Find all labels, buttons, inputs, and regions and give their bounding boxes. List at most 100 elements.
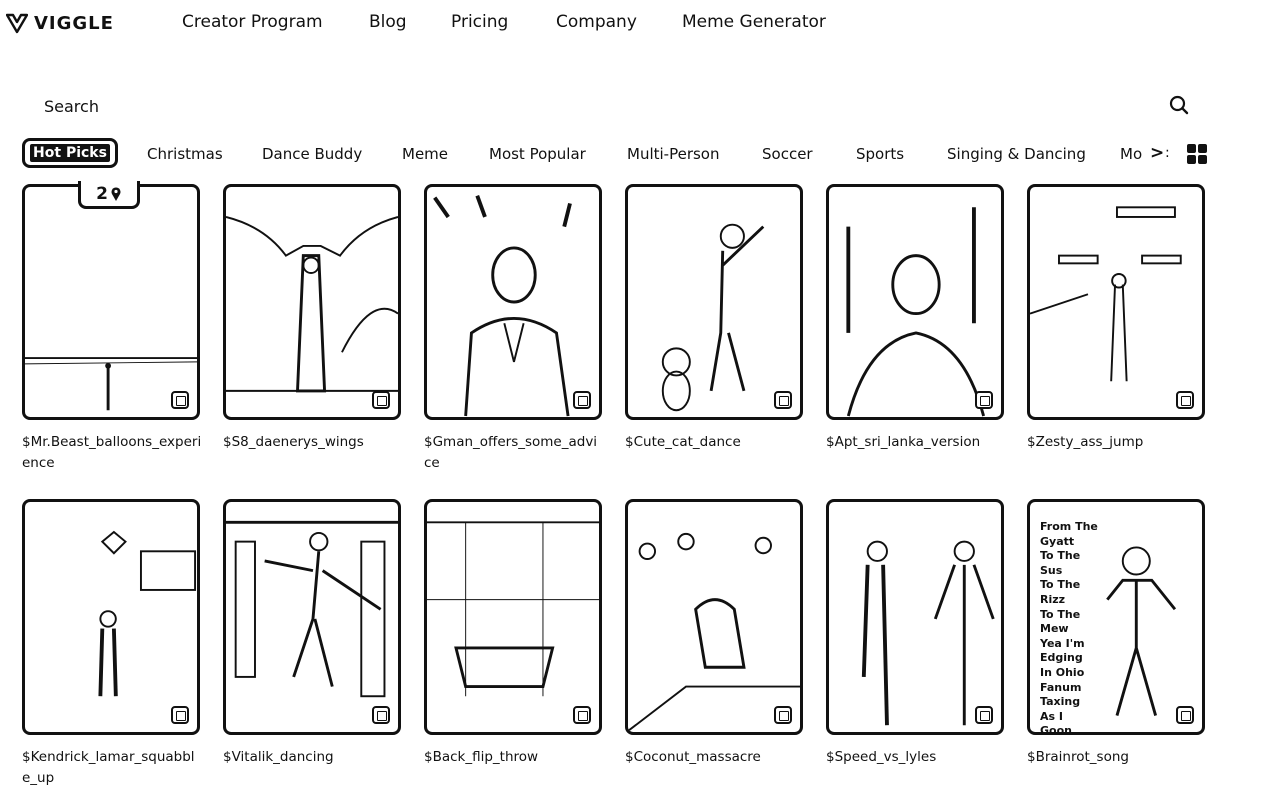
card-title: $S8_daenerys_wings	[223, 434, 364, 450]
lyrics-line: In Ohio	[1040, 665, 1085, 679]
lyrics-line: From The	[1040, 520, 1098, 533]
thumbnail-scene	[628, 532, 800, 732]
search-icon[interactable]	[1168, 94, 1190, 116]
thumbnail-scene	[861, 540, 995, 726]
card-title: $Mr.Beast_balloons_experience	[22, 434, 202, 471]
thumbnail-scene	[226, 216, 398, 393]
template-card[interactable]: From The Gyatt To The Sus To The Rizz To The Me…	[1027, 499, 1205, 768]
template-icon	[171, 391, 189, 409]
lyrics-line: Goon	[1040, 724, 1072, 735]
tab-christmas[interactable]: Christmas	[147, 145, 223, 163]
lyrics-line: Edging	[1040, 651, 1083, 665]
card-title: $Vitalik_dancing	[223, 749, 334, 765]
template-icon	[774, 706, 792, 724]
template-card[interactable]: $Gman_offers_some_advice	[424, 184, 602, 474]
lyrics-line: Taxing	[1040, 695, 1081, 709]
card-thumbnail	[826, 184, 1004, 420]
card-thumbnail	[223, 499, 401, 735]
tab-hot-picks-label: Hot Picks	[30, 144, 110, 162]
template-card[interactable]: $S8_daenerys_wings	[223, 184, 401, 453]
logo-text: VIGGLE	[34, 12, 114, 34]
lyrics-line: To The	[1040, 578, 1081, 592]
card-thumbnail	[22, 184, 200, 420]
nav-blog[interactable]: Blog	[369, 12, 407, 32]
tab-hot-picks[interactable]: Hot Picks	[22, 138, 118, 168]
template-card[interactable]: 2 $Mr.Beast_balloons_experience	[22, 181, 202, 474]
template-icon	[1176, 391, 1194, 409]
card-thumbnail	[826, 499, 1004, 735]
card-title: $Back_flip_throw	[424, 749, 539, 765]
lyrics-line: Rizz	[1040, 592, 1066, 606]
nav-pricing[interactable]: Pricing	[451, 12, 508, 32]
template-icon	[573, 706, 591, 724]
card-thumbnail	[625, 184, 803, 420]
template-card[interactable]: $Coconut_massacre	[625, 499, 803, 768]
card-thumbnail	[625, 499, 803, 735]
viggle-logo-icon	[6, 13, 28, 34]
card-thumbnail	[424, 184, 602, 420]
card-title: $Gman_offers_some_advice	[424, 434, 598, 471]
lyrics-line: Sus	[1040, 563, 1063, 577]
thumbnail-scene	[433, 195, 572, 417]
lyrics-line: To The	[1040, 549, 1081, 563]
card-thumbnail	[22, 499, 200, 735]
card-title: $Zesty_ass_jump	[1027, 434, 1144, 450]
template-icon	[372, 391, 390, 409]
card-title: $Cute_cat_dance	[625, 434, 741, 450]
grid-view-icon[interactable]	[1186, 143, 1208, 165]
nav-meme-generator[interactable]: Meme Generator	[682, 12, 826, 32]
pin-badge: 2	[78, 181, 140, 209]
template-card[interactable]: $Cute_cat_dance	[625, 184, 803, 453]
pin-icon	[111, 186, 121, 201]
template-card[interactable]: $Speed_vs_lyles	[826, 499, 1004, 768]
template-icon	[573, 391, 591, 409]
thumbnail-scene	[226, 520, 398, 698]
lyrics-overlay: From The Gyatt To The Sus To The Rizz To The Me…	[1040, 520, 1098, 735]
thumbnail-scene	[1030, 206, 1182, 382]
template-card[interactable]: $Vitalik_dancing	[223, 499, 401, 768]
thumbnail-scene	[661, 223, 765, 412]
card-title: $Speed_vs_lyles	[826, 749, 937, 765]
card-thumbnail	[223, 184, 401, 420]
template-icon	[774, 391, 792, 409]
search-bar	[22, 88, 1202, 122]
lyrics-line: Fanum	[1040, 680, 1082, 694]
lyrics-line: As I	[1040, 709, 1063, 723]
template-card[interactable]: $Kendrick_lamar_squabble_up	[22, 499, 200, 789]
template-card[interactable]: $Apt_sri_lanka_version	[826, 184, 1004, 453]
tab-soccer[interactable]: Soccer	[762, 145, 813, 163]
card-title: $Apt_sri_lanka_version	[826, 434, 981, 450]
tab-singing-dancing[interactable]: Singing & Dancing	[947, 145, 1086, 163]
nav-creator-program[interactable]: Creator Program	[182, 12, 323, 32]
template-icon	[372, 706, 390, 724]
card-thumbnail: From The Gyatt To The Sus To The Rizz To The Me…	[1027, 499, 1205, 735]
thumbnail-scene	[98, 530, 197, 697]
tab-meme[interactable]: Meme	[402, 145, 448, 163]
tab-more-truncated[interactable]: Mo	[1120, 145, 1142, 163]
card-title: $Brainrot_song	[1027, 749, 1129, 765]
lyrics-line: Yea I'm	[1040, 636, 1085, 650]
scroll-dots: :	[1165, 145, 1170, 161]
card-title: $Kendrick_lamar_squabble_up	[22, 749, 195, 786]
tab-multi-person[interactable]: Multi-Person	[627, 145, 719, 163]
viggle-logo[interactable]: VIGGLE	[6, 12, 114, 34]
template-icon	[975, 706, 993, 724]
card-title: $Coconut_massacre	[625, 749, 761, 765]
template-card[interactable]: $Back_flip_throw	[424, 499, 602, 768]
tab-most-popular[interactable]: Most Popular	[489, 145, 586, 163]
card-thumbnail	[424, 499, 602, 735]
thumbnail-scene	[25, 357, 197, 411]
thumbnail-scene	[427, 521, 599, 697]
card-thumbnail	[1027, 184, 1205, 420]
pin-count: 2	[96, 183, 108, 204]
template-icon	[975, 391, 993, 409]
tab-sports[interactable]: Sports	[856, 145, 904, 163]
template-card[interactable]: $Zesty_ass_jump	[1027, 184, 1205, 453]
chevron-right-icon[interactable]: >	[1150, 143, 1164, 163]
search-input[interactable]	[42, 92, 1146, 120]
lyrics-line: Gyatt	[1040, 534, 1075, 548]
tab-dance-buddy[interactable]: Dance Buddy	[262, 145, 362, 163]
nav-company[interactable]: Company	[556, 12, 637, 32]
template-icon	[1176, 706, 1194, 724]
template-icon	[171, 706, 189, 724]
